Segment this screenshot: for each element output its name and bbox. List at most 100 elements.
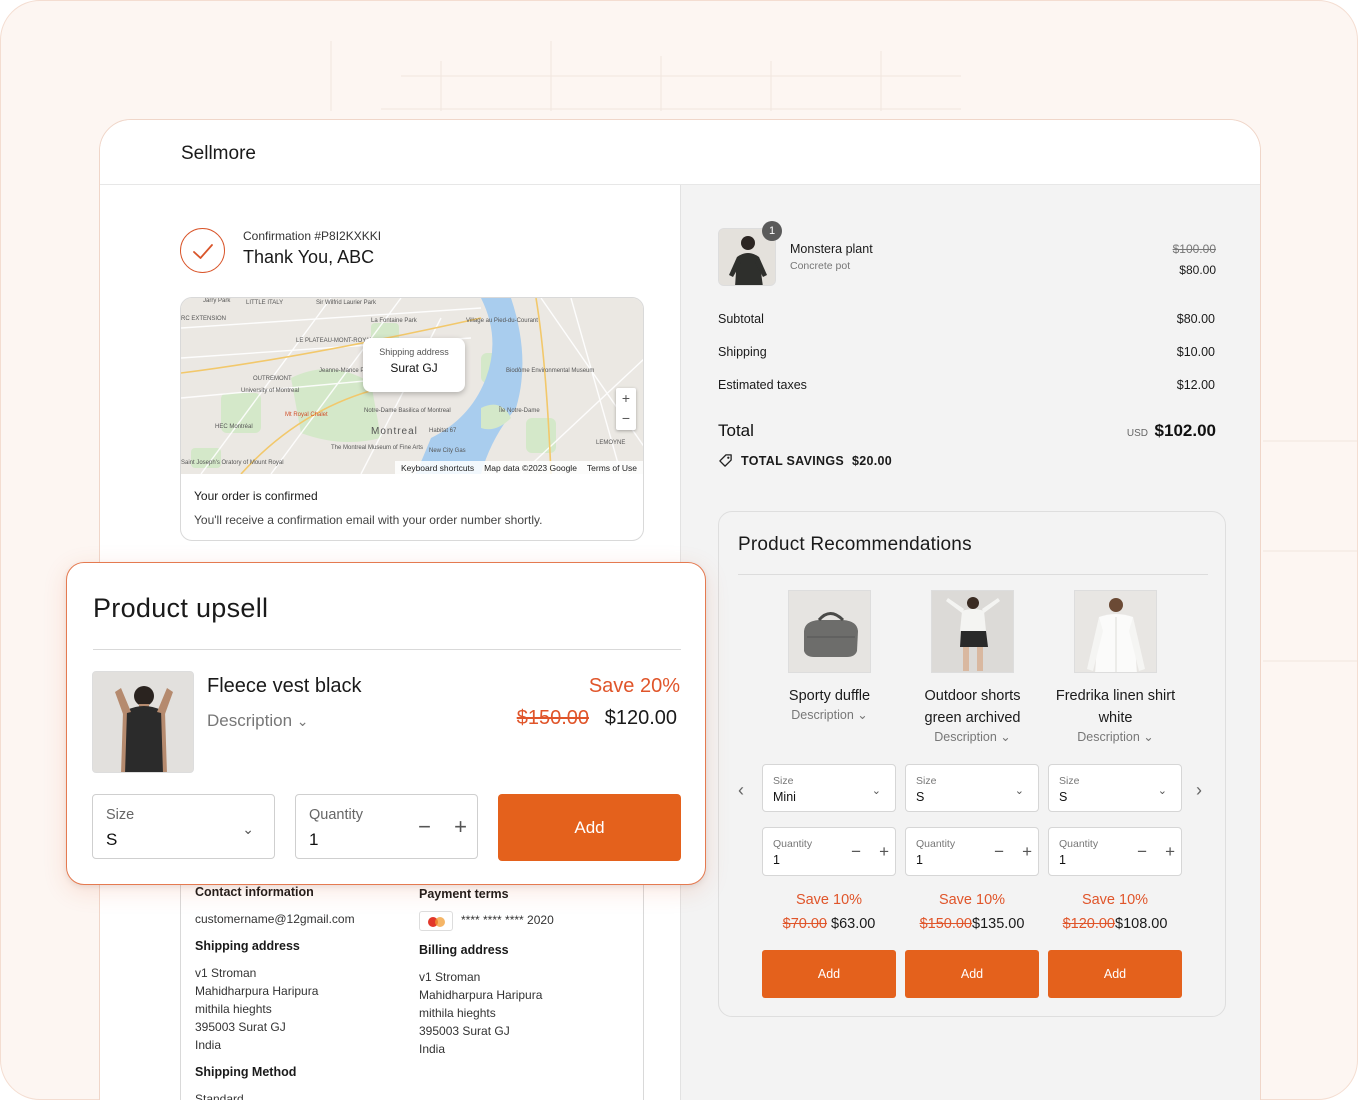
zoom-out-button[interactable]: − (616, 408, 636, 428)
chevron-down-icon: ⌄ (1000, 730, 1011, 744)
subtotal-row: Subtotal $80.00 (718, 312, 1215, 326)
payment-heading: Payment terms (419, 887, 509, 901)
description-label: Description (791, 708, 854, 722)
product-name[interactable]: Fredrika linen shirt white (1048, 685, 1183, 729)
map-attribution: Keyboard shortcuts Map data ©2023 Google… (394, 461, 643, 474)
upsell-add-button[interactable]: Add (498, 794, 681, 861)
upsell-title: Product upsell (93, 593, 269, 623)
carousel-prev-arrow[interactable]: ‹ (738, 780, 744, 801)
chevron-down-icon: ⌄ (871, 785, 881, 797)
plus-icon[interactable]: + (1165, 842, 1175, 862)
add-button[interactable]: Add (762, 950, 896, 998)
recommendations-card: Product Recommendations ‹ › Sporty duffl… (718, 511, 1226, 1017)
thank-you-heading: Thank You, ABC (243, 247, 375, 267)
quantity-stepper[interactable]: Quantity 1 − + (1048, 827, 1182, 876)
plus-icon[interactable]: + (454, 814, 467, 840)
quantity-label: Quantity (1059, 838, 1099, 850)
save-percent: Save 10% (795, 892, 863, 908)
description-label: Description (934, 730, 997, 744)
shipping-label: Shipping (718, 345, 767, 359)
map-label: The Montreal Museum of Fine Arts (331, 445, 424, 451)
map-label: Jarry Park (203, 298, 231, 304)
billing-address-heading: Billing address (419, 943, 509, 957)
minus-icon[interactable]: − (1137, 842, 1147, 862)
taxes-row: Estimated taxes $12.00 (718, 378, 1215, 392)
product-image[interactable] (788, 590, 871, 673)
price: $108.00 (1115, 916, 1168, 932)
map-label: Biodôme Environmental Museum (506, 368, 595, 374)
map-data-credit: Map data ©2023 Google (484, 462, 577, 473)
shipping-address-heading: Shipping address (195, 939, 300, 953)
map-label: OUTREMONT (253, 376, 292, 382)
map-label: LE PLATEAU-MONT-ROYAL (296, 338, 374, 344)
upsell-product-image[interactable] (92, 671, 194, 773)
upsell-product-name[interactable]: Fleece vest black (207, 675, 362, 698)
description-toggle[interactable]: Description ⌄ (1048, 729, 1183, 744)
quantity-value: 1 (1059, 853, 1066, 867)
map-zoom-control: + − (616, 388, 636, 430)
price-group: $150.00$135.00 (905, 916, 1039, 932)
quantity-stepper[interactable]: Quantity 1 − + (905, 827, 1039, 876)
product-image[interactable] (931, 590, 1014, 673)
plus-icon[interactable]: + (1022, 842, 1032, 862)
item-price: $80.00 (1179, 263, 1216, 277)
map-terms-link[interactable]: Terms of Use (587, 463, 637, 473)
shipping-method: Standard (195, 1092, 244, 1100)
item-old-price: $100.00 (1172, 242, 1216, 256)
description-toggle[interactable]: Description ⌄ (905, 729, 1040, 744)
address-line: mithila hieghts (195, 1002, 272, 1016)
price-group: $120.00$108.00 (1048, 916, 1182, 932)
recommendations-title: Product Recommendations (738, 534, 972, 555)
chevron-down-icon: ⌄ (857, 708, 868, 722)
product-name[interactable]: Outdoor shorts green archived (905, 685, 1040, 729)
description-toggle[interactable]: Description ⌄ (762, 707, 897, 722)
product-image[interactable] (1074, 590, 1157, 673)
quantity-value: 1 (773, 853, 780, 867)
map-label: Habitat 67 (429, 428, 457, 434)
size-label: Size (916, 775, 937, 787)
size-select[interactable]: Size S ⌄ (1048, 764, 1182, 812)
taxes-value: $12.00 (1176, 378, 1215, 392)
minus-icon[interactable]: − (418, 814, 431, 840)
contact-heading: Contact information (195, 885, 314, 899)
chevron-down-icon: ⌄ (1157, 785, 1167, 797)
brand-logo[interactable]: Sellmore (181, 143, 256, 165)
quantity-value: 1 (309, 830, 319, 849)
size-value: S (916, 790, 925, 804)
shipping-row: Shipping $10.00 (718, 345, 1215, 359)
map-label: RC EXTENSION (181, 316, 227, 322)
size-select[interactable]: Size Mini ⌄ (762, 764, 896, 812)
upsell-size-select[interactable]: Size S ⌄ (92, 794, 275, 859)
map-label: LEMOYNE (596, 440, 626, 446)
address-line: Mahidharpura Haripura (419, 988, 543, 1002)
map-label: New City Gas (429, 448, 466, 454)
size-select[interactable]: Size S ⌄ (905, 764, 1039, 812)
customer-info-right: Payment terms **** **** **** 2020 Billin… (419, 885, 629, 1058)
address-line: Mahidharpura Haripura (195, 984, 319, 998)
divider (93, 649, 681, 650)
add-button[interactable]: Add (1048, 950, 1182, 998)
upsell-quantity-stepper[interactable]: Quantity 1 − + (295, 794, 478, 859)
savings-value: $20.00 (851, 453, 893, 468)
payment-card: **** **** **** 2020 (419, 911, 629, 931)
quantity-stepper[interactable]: Quantity 1 − + (762, 827, 896, 876)
recommendation-item: Sporty duffle Description ⌄ (762, 590, 897, 722)
description-toggle[interactable]: Description ⌄ (207, 711, 309, 731)
description-label: Description (1077, 730, 1140, 744)
description-label: Description (207, 711, 293, 730)
zoom-in-button[interactable]: + (616, 388, 636, 408)
upsell-save-percent: Save 20% (588, 675, 680, 697)
total-label: Total (718, 421, 754, 440)
add-button[interactable]: Add (905, 950, 1039, 998)
old-price: $120.00 (1062, 916, 1115, 932)
minus-icon[interactable]: − (851, 842, 861, 862)
map-keyboard-shortcuts-link[interactable]: Keyboard shortcuts (401, 463, 474, 473)
map-label: Saint Joseph's Oratory of Mount Royal (181, 460, 284, 466)
mastercard-icon (419, 911, 453, 931)
plus-icon[interactable]: + (879, 842, 889, 862)
shipping-map[interactable]: Jarry Park LITTLE ITALY Sir Wilfrid Laur… (181, 298, 643, 474)
minus-icon[interactable]: − (994, 842, 1004, 862)
carousel-next-arrow[interactable]: › (1196, 780, 1202, 801)
popup-label: Shipping address (379, 347, 449, 357)
checkmark-icon (180, 228, 225, 273)
